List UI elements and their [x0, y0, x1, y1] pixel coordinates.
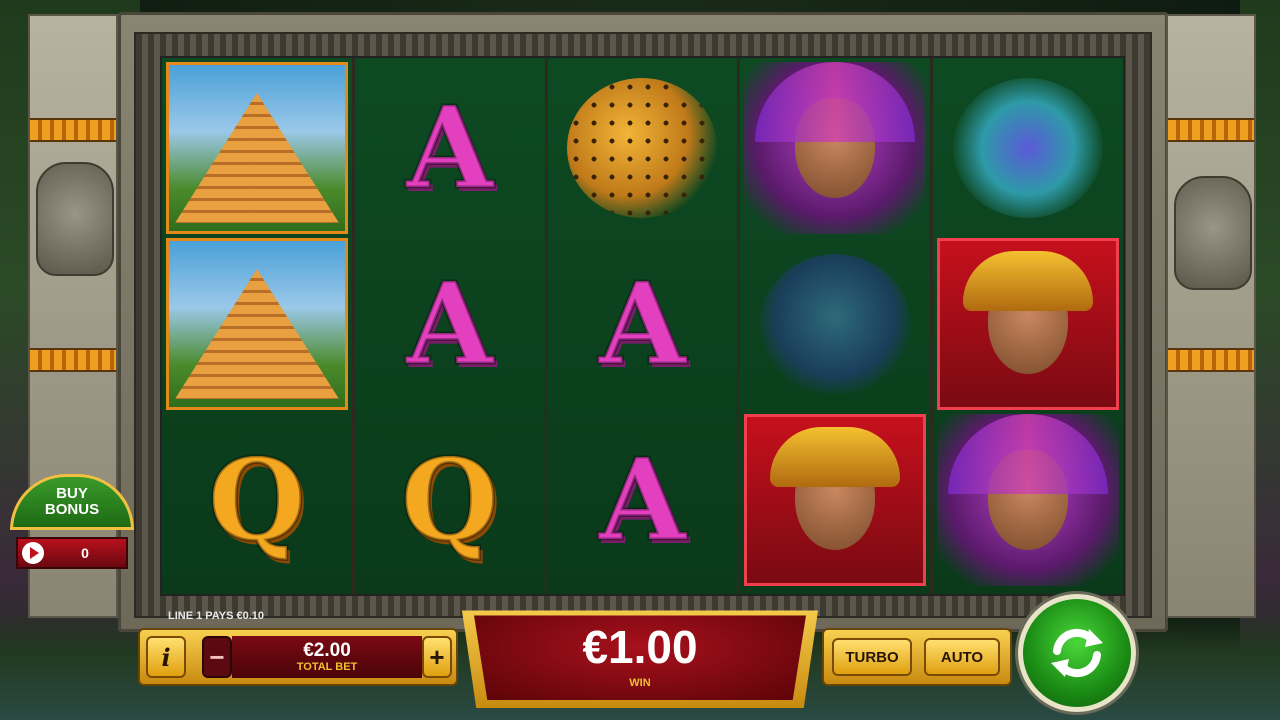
totem-band: [1168, 348, 1254, 372]
bonus-counter[interactable]: 0: [16, 537, 128, 569]
total-bet-label: TOTAL BET: [296, 661, 358, 673]
symbol-a: A: [405, 81, 495, 215]
spin-button[interactable]: [1018, 594, 1136, 712]
control-panel: TURBO AUTO: [822, 628, 1012, 686]
symbol-monkey: [744, 238, 926, 410]
auto-button[interactable]: AUTO: [924, 638, 1000, 676]
total-bet-display: €2.00 TOTAL BET: [232, 636, 422, 678]
reel-1: Q: [162, 58, 355, 594]
symbol-pyramid: [166, 62, 348, 234]
reel-grid: Q A A Q A A: [160, 56, 1125, 596]
bet-panel: i − €2.00 TOTAL BET +: [138, 628, 458, 686]
win-display: €1.00 WIN: [474, 615, 806, 700]
totem-band: [30, 348, 116, 372]
reel-4: [740, 58, 934, 594]
reel-5: [933, 58, 1123, 594]
info-button[interactable]: i: [146, 636, 186, 678]
symbol-a: A: [598, 433, 688, 567]
bonus-count: 0: [81, 545, 89, 561]
reel-2: A A Q: [354, 58, 548, 594]
turbo-button[interactable]: TURBO: [832, 638, 912, 676]
symbol-princess: [937, 414, 1119, 586]
total-bet-value: €2.00: [303, 640, 351, 661]
symbol-pyramid: [166, 238, 348, 410]
symbol-serpent: [937, 62, 1119, 234]
refresh-icon: [1051, 628, 1103, 678]
symbol-q: Q: [399, 433, 500, 567]
totem-band: [1168, 118, 1254, 142]
line-pays-text: LINE 1 PAYS €0.10: [168, 610, 264, 622]
buy-bonus-label-2: BONUS: [44, 501, 100, 518]
symbol-warrior: [744, 414, 927, 586]
buy-bonus-label-1: BUY: [56, 485, 88, 502]
symbol-jaguar: [552, 62, 734, 234]
stone-mask-icon: [36, 162, 114, 276]
symbol-princess: [744, 62, 927, 234]
totem-right: [1166, 14, 1256, 618]
reel-3: A A: [547, 58, 741, 594]
decrease-bet-button[interactable]: −: [202, 636, 232, 678]
symbol-a: A: [598, 257, 688, 391]
symbol-a: A: [405, 257, 495, 391]
win-value: €1.00: [582, 621, 698, 673]
increase-bet-button[interactable]: +: [422, 636, 452, 678]
win-label: WIN: [629, 677, 651, 689]
symbol-q: Q: [207, 433, 308, 567]
play-icon: [22, 542, 44, 564]
stone-mask-icon: [1174, 176, 1252, 290]
totem-band: [30, 118, 116, 142]
symbol-warrior: [937, 238, 1119, 410]
